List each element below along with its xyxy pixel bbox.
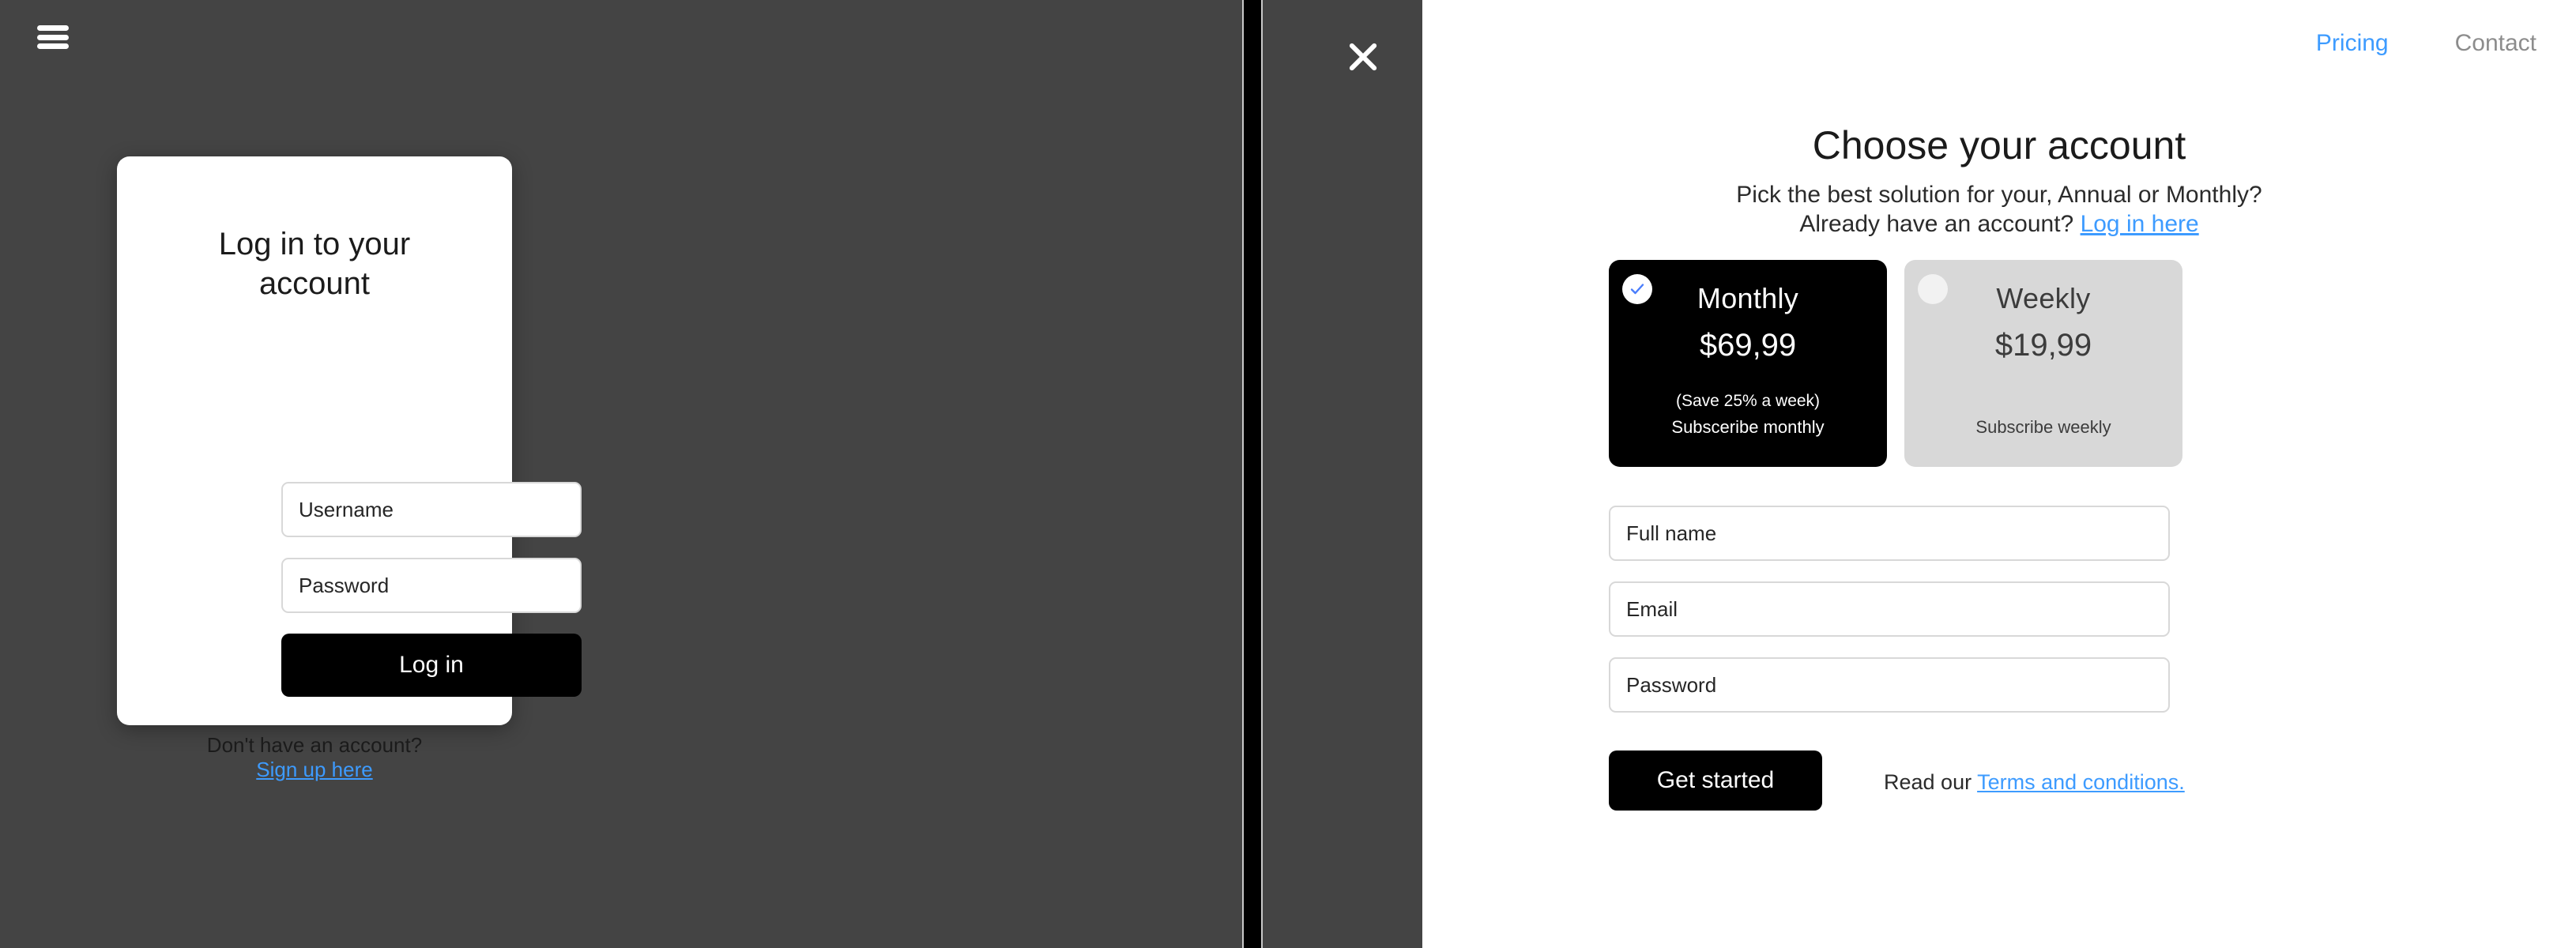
top-navigation: Pricing Contact [2316,30,2536,57]
plan-price: $19,99 [1994,328,2092,363]
plan-selector: Monthly $69,99 (Save 25% a week) Subscer… [1609,260,2182,467]
nav-item-contact[interactable]: Contact [2455,30,2536,57]
plan-card-weekly[interactable]: Weekly $19,99 Subscribe weekly [1904,260,2182,467]
subtitle-line-2-prefix: Already have an account? [1799,211,2081,237]
full-name-input[interactable] [1609,506,2170,561]
plan-price: $69,99 [1699,328,1797,363]
login-footer: Don't have an account? Sign up here [117,733,512,782]
subtitle-line-1: Pick the best solution for your, Annual … [1736,182,2262,208]
no-account-text: Don't have an account? [206,733,423,757]
username-input[interactable] [281,482,582,537]
plan-card-monthly[interactable]: Monthly $69,99 (Save 25% a week) Subscer… [1609,260,1887,467]
check-circle-icon[interactable] [1622,274,1652,304]
sign-up-link[interactable]: Sign up here [256,758,372,781]
email-input[interactable] [1609,581,2170,637]
hamburger-icon[interactable] [37,25,69,49]
terms-and-conditions-link[interactable]: Terms and conditions. [1977,770,2185,794]
hamburger-bar [37,34,69,40]
vertical-black-strip [1242,0,1263,948]
hamburger-bar [37,43,69,49]
terms-prefix: Read our [1884,770,1978,794]
get-started-button[interactable]: Get started [1609,750,1822,811]
password-input[interactable] [281,558,582,613]
log-in-button[interactable]: Log in [281,634,582,697]
signup-password-input[interactable] [1609,657,2170,713]
plan-subscribe-note: Subscribe weekly [1975,417,2111,437]
page-subtitle: Pick the best solution for your, Annual … [1422,180,2576,239]
close-icon[interactable] [1341,35,1385,79]
plan-subscribe-note: Subsceribe monthly [1671,417,1825,437]
page-title: Choose your account [1812,123,2186,167]
log-in-here-link[interactable]: Log in here [2081,211,2199,237]
plan-save-note: (Save 25% a week) [1675,392,1821,410]
hamburger-bar [37,25,69,31]
empty-circle-icon[interactable] [1918,274,1948,304]
check-glyph [1630,284,1644,295]
app-screen: Log in to your account Log in Don't have… [0,0,2576,948]
nav-item-pricing[interactable]: Pricing [2316,30,2389,57]
signup-panel: Pricing Contact Choose your account Pick… [1422,0,2576,948]
plan-save-note [1904,392,2182,411]
terms-text: Read our Terms and conditions. [1884,770,2185,795]
login-card: Log in to your account Log in Don't have… [117,156,582,781]
login-title: Log in to your account [218,227,411,301]
modal-overlay: Log in to your account Log in Don't have… [0,0,1422,948]
